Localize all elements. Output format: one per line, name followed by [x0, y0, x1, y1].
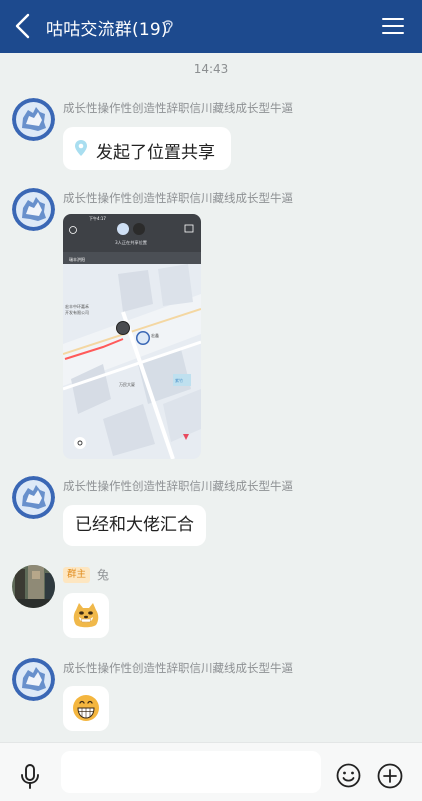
- voice-icon[interactable]: [19, 764, 41, 790]
- avatar[interactable]: [12, 98, 55, 141]
- location-share-text: 发起了位置共享: [96, 143, 215, 163]
- doge-face-emoji-icon: [72, 601, 100, 629]
- sticker-bubble[interactable]: [63, 593, 109, 638]
- message-timestamp: 14:43: [193, 62, 229, 76]
- grinning-face-emoji-icon: [72, 694, 100, 722]
- back-arrow-icon[interactable]: [10, 11, 38, 41]
- sender-name: 成长性操作性创造性辞职信川藏线成长型牛逼: [63, 661, 293, 675]
- emoji-icon[interactable]: [336, 763, 361, 788]
- chat-title[interactable]: 咕咕交流群(19): [46, 15, 168, 40]
- sender-name: 成长性操作性创造性辞职信川藏线成长型牛逼: [63, 101, 293, 115]
- map-place-label: 万民大厦: [119, 381, 135, 387]
- map-place-label: 宏丰中环嘉禾: [65, 303, 89, 309]
- input-bar: [0, 742, 422, 801]
- avatar[interactable]: [12, 565, 55, 608]
- group-owner-badge: 群主: [63, 567, 91, 583]
- top-bar: 咕咕交流群(19): [0, 0, 422, 53]
- map-place-label: 宏鑫: [151, 332, 159, 338]
- location-pin-icon: [74, 139, 88, 157]
- sender-name: 成长性操作性创造性辞职信川藏线成长型牛逼: [63, 479, 293, 493]
- map-share-label: 3人正在共享位置: [115, 239, 147, 246]
- message-text: 已经和大佬汇合: [75, 515, 194, 535]
- map-place-label: 开发有限公司: [65, 309, 89, 315]
- avatar[interactable]: [12, 476, 55, 519]
- map-place-label: 紫竹: [175, 377, 183, 383]
- map-status-time: 下午4:17: [89, 215, 106, 221]
- sender-name: 兔: [97, 568, 110, 582]
- menu-icon[interactable]: [382, 16, 404, 36]
- map-screenshot-image[interactable]: 下午4:17 3人正在共享位置 瑞丰洪阳 紫竹 宏丰中环嘉禾 开发有限公司 宏鑫…: [63, 214, 201, 459]
- map-place-label: 瑞丰洪阳: [69, 256, 85, 262]
- avatar[interactable]: [12, 658, 55, 701]
- avatar[interactable]: [12, 188, 55, 231]
- text-message-bubble[interactable]: 已经和大佬汇合: [63, 505, 206, 546]
- sticker-bubble[interactable]: [63, 686, 109, 731]
- message-input[interactable]: [61, 751, 321, 793]
- plus-icon[interactable]: [377, 763, 403, 789]
- location-share-bubble[interactable]: 发起了位置共享: [63, 127, 231, 170]
- ear-icon[interactable]: [161, 18, 175, 34]
- sender-name: 成长性操作性创造性辞职信川藏线成长型牛逼: [63, 191, 293, 205]
